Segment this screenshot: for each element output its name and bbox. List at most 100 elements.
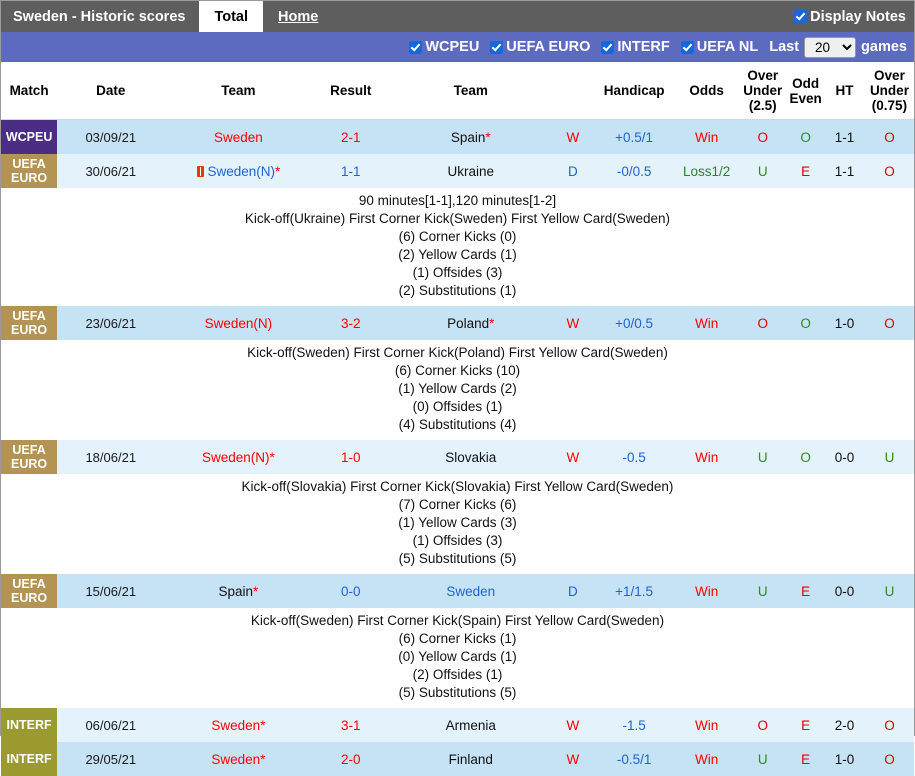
table-row[interactable]: INTERF06/06/21Sweden*3-1ArmeniaW-1.5WinO… bbox=[1, 708, 914, 742]
filter-uefa-euro[interactable]: UEFA EURO bbox=[490, 39, 590, 55]
match-handicap-text: -0.5/1 bbox=[617, 752, 652, 767]
match-ht-score-text: 1-1 bbox=[835, 164, 855, 179]
away-team-cell[interactable]: Finland bbox=[389, 742, 552, 776]
home-team-name: Sweden bbox=[214, 130, 263, 145]
match-odds-text: Win bbox=[695, 752, 718, 767]
league-badge[interactable]: WCPEU bbox=[1, 120, 57, 154]
match-league-cell[interactable]: INTERF bbox=[1, 742, 57, 776]
display-notes-control[interactable]: Display Notes bbox=[794, 1, 914, 32]
uefa-nl-checkbox-icon[interactable] bbox=[681, 41, 694, 54]
uefa-euro-checkbox-icon[interactable] bbox=[490, 41, 503, 54]
header-home-team[interactable]: Team bbox=[164, 62, 312, 120]
match-score[interactable]: 2-0 bbox=[312, 742, 389, 776]
away-team-cell[interactable]: Slovakia bbox=[389, 440, 552, 474]
header-handicap[interactable]: Handicap bbox=[593, 62, 675, 120]
match-score[interactable]: 2-1 bbox=[312, 120, 389, 155]
match-over-under-075-text: O bbox=[884, 130, 895, 145]
league-badge[interactable]: INTERF bbox=[1, 742, 57, 776]
tab-home[interactable]: Home bbox=[263, 1, 333, 32]
filter-interf[interactable]: INTERF bbox=[601, 39, 669, 55]
match-league-cell[interactable]: INTERF bbox=[1, 708, 57, 742]
filter-wcpeu[interactable]: WCPEU bbox=[409, 39, 479, 55]
home-team-cell[interactable]: Sweden* bbox=[164, 742, 312, 776]
away-team-name: Sweden bbox=[446, 584, 495, 599]
league-badge[interactable]: UEFA EURO bbox=[1, 574, 57, 608]
match-handicap: +1/1.5 bbox=[593, 574, 675, 608]
league-badge[interactable]: INTERF bbox=[1, 708, 57, 742]
header-odds[interactable]: Odds bbox=[675, 62, 738, 120]
header-over-under-25[interactable]: Over Under (2.5) bbox=[738, 62, 787, 120]
header-ht[interactable]: HT bbox=[824, 62, 865, 120]
match-notes-row: Kick-off(Slovakia) First Corner Kick(Slo… bbox=[1, 474, 914, 574]
match-note-line: (2) Yellow Cards (1) bbox=[1, 246, 914, 264]
header-date[interactable]: Date bbox=[57, 62, 164, 120]
away-team-cell[interactable]: Sweden bbox=[389, 574, 552, 608]
match-date-text: 23/06/21 bbox=[85, 316, 136, 331]
interf-checkbox-icon[interactable] bbox=[601, 41, 614, 54]
home-team-star-icon: * bbox=[270, 450, 275, 465]
match-ht-score: 1-0 bbox=[824, 306, 865, 340]
league-badge[interactable]: UEFA EURO bbox=[1, 306, 57, 340]
table-row[interactable]: INTERF29/05/21Sweden*2-0FinlandW-0.5/1Wi… bbox=[1, 742, 914, 776]
table-row[interactable]: UEFA EURO23/06/21Sweden(N)3-2Poland*W+0/… bbox=[1, 306, 914, 340]
table-row[interactable]: UEFA EURO18/06/21Sweden(N)*1-0SlovakiaW-… bbox=[1, 440, 914, 474]
away-team-cell[interactable]: Spain* bbox=[389, 120, 552, 155]
match-score[interactable]: 3-2 bbox=[312, 306, 389, 340]
match-over-under-25-text: U bbox=[758, 450, 768, 465]
header-result[interactable]: Result bbox=[312, 62, 389, 120]
league-badge[interactable]: UEFA EURO bbox=[1, 154, 57, 188]
match-notes: 90 minutes[1-1],120 minutes[1-2]Kick-off… bbox=[1, 192, 914, 300]
match-score[interactable]: 3-1 bbox=[312, 708, 389, 742]
match-league-cell[interactable]: WCPEU bbox=[1, 120, 57, 155]
match-date: 23/06/21 bbox=[57, 306, 164, 340]
match-note-line: Kick-off(Sweden) First Corner Kick(Spain… bbox=[1, 612, 914, 630]
match-league-cell[interactable]: UEFA EURO bbox=[1, 154, 57, 188]
tab-total[interactable]: Total bbox=[199, 1, 263, 32]
match-ht-score-text: 1-0 bbox=[835, 316, 855, 331]
home-team-star-icon: * bbox=[260, 752, 265, 767]
home-team-cell[interactable]: Sweden* bbox=[164, 708, 312, 742]
table-row[interactable]: UEFA EURO15/06/21Spain*0-0SwedenD+1/1.5W… bbox=[1, 574, 914, 608]
display-notes-checkbox-icon[interactable] bbox=[794, 10, 807, 23]
match-score[interactable]: 1-1 bbox=[312, 154, 389, 188]
match-result-wdl: W bbox=[552, 742, 593, 776]
wcpeu-checkbox-icon[interactable] bbox=[409, 41, 422, 54]
match-result-wdl-text: W bbox=[566, 316, 579, 331]
home-team-cell[interactable]: Sweden(N)* bbox=[164, 154, 312, 188]
match-ht-score: 1-0 bbox=[824, 742, 865, 776]
match-score-text: 2-0 bbox=[341, 752, 361, 767]
table-row[interactable]: WCPEU03/09/21Sweden2-1Spain*W+0.5/1WinOO… bbox=[1, 120, 914, 155]
home-team-cell[interactable]: Sweden bbox=[164, 120, 312, 155]
match-score[interactable]: 1-0 bbox=[312, 440, 389, 474]
away-team-cell[interactable]: Ukraine bbox=[389, 154, 552, 188]
filter-uefa-nl[interactable]: UEFA NL bbox=[681, 39, 759, 55]
header-match[interactable]: Match bbox=[1, 62, 57, 120]
match-ht-score: 0-0 bbox=[824, 440, 865, 474]
away-team-name: Armenia bbox=[446, 718, 496, 733]
home-team-cell[interactable]: Spain* bbox=[164, 574, 312, 608]
home-team-cell[interactable]: Sweden(N) bbox=[164, 306, 312, 340]
home-team-cell[interactable]: Sweden(N)* bbox=[164, 440, 312, 474]
match-over-under-25-text: O bbox=[758, 718, 769, 733]
match-league-cell[interactable]: UEFA EURO bbox=[1, 306, 57, 340]
match-league-cell[interactable]: UEFA EURO bbox=[1, 574, 57, 608]
match-date-text: 03/09/21 bbox=[85, 130, 136, 145]
header-over-under-075[interactable]: Over Under (0.75) bbox=[865, 62, 914, 120]
games-count-select[interactable]: 10203050 bbox=[804, 37, 856, 58]
match-odd-even: O bbox=[787, 440, 824, 474]
header-odd-even[interactable]: Odd Even bbox=[787, 62, 824, 120]
match-league-cell[interactable]: UEFA EURO bbox=[1, 440, 57, 474]
match-over-under-075-text: U bbox=[885, 584, 895, 599]
match-ht-score-text: 1-0 bbox=[835, 752, 855, 767]
home-team-name: Sweden(N) bbox=[202, 450, 270, 465]
away-team-cell[interactable]: Poland* bbox=[389, 306, 552, 340]
match-notes-cell: Kick-off(Sweden) First Corner Kick(Spain… bbox=[1, 608, 914, 708]
league-badge[interactable]: UEFA EURO bbox=[1, 440, 57, 474]
match-date-text: 06/06/21 bbox=[85, 718, 136, 733]
table-row[interactable]: UEFA EURO30/06/21Sweden(N)*1-1UkraineD-0… bbox=[1, 154, 914, 188]
match-note-line: Kick-off(Slovakia) First Corner Kick(Slo… bbox=[1, 478, 914, 496]
away-team-cell[interactable]: Armenia bbox=[389, 708, 552, 742]
header-wdl bbox=[552, 62, 593, 120]
match-score[interactable]: 0-0 bbox=[312, 574, 389, 608]
header-away-team[interactable]: Team bbox=[389, 62, 552, 120]
